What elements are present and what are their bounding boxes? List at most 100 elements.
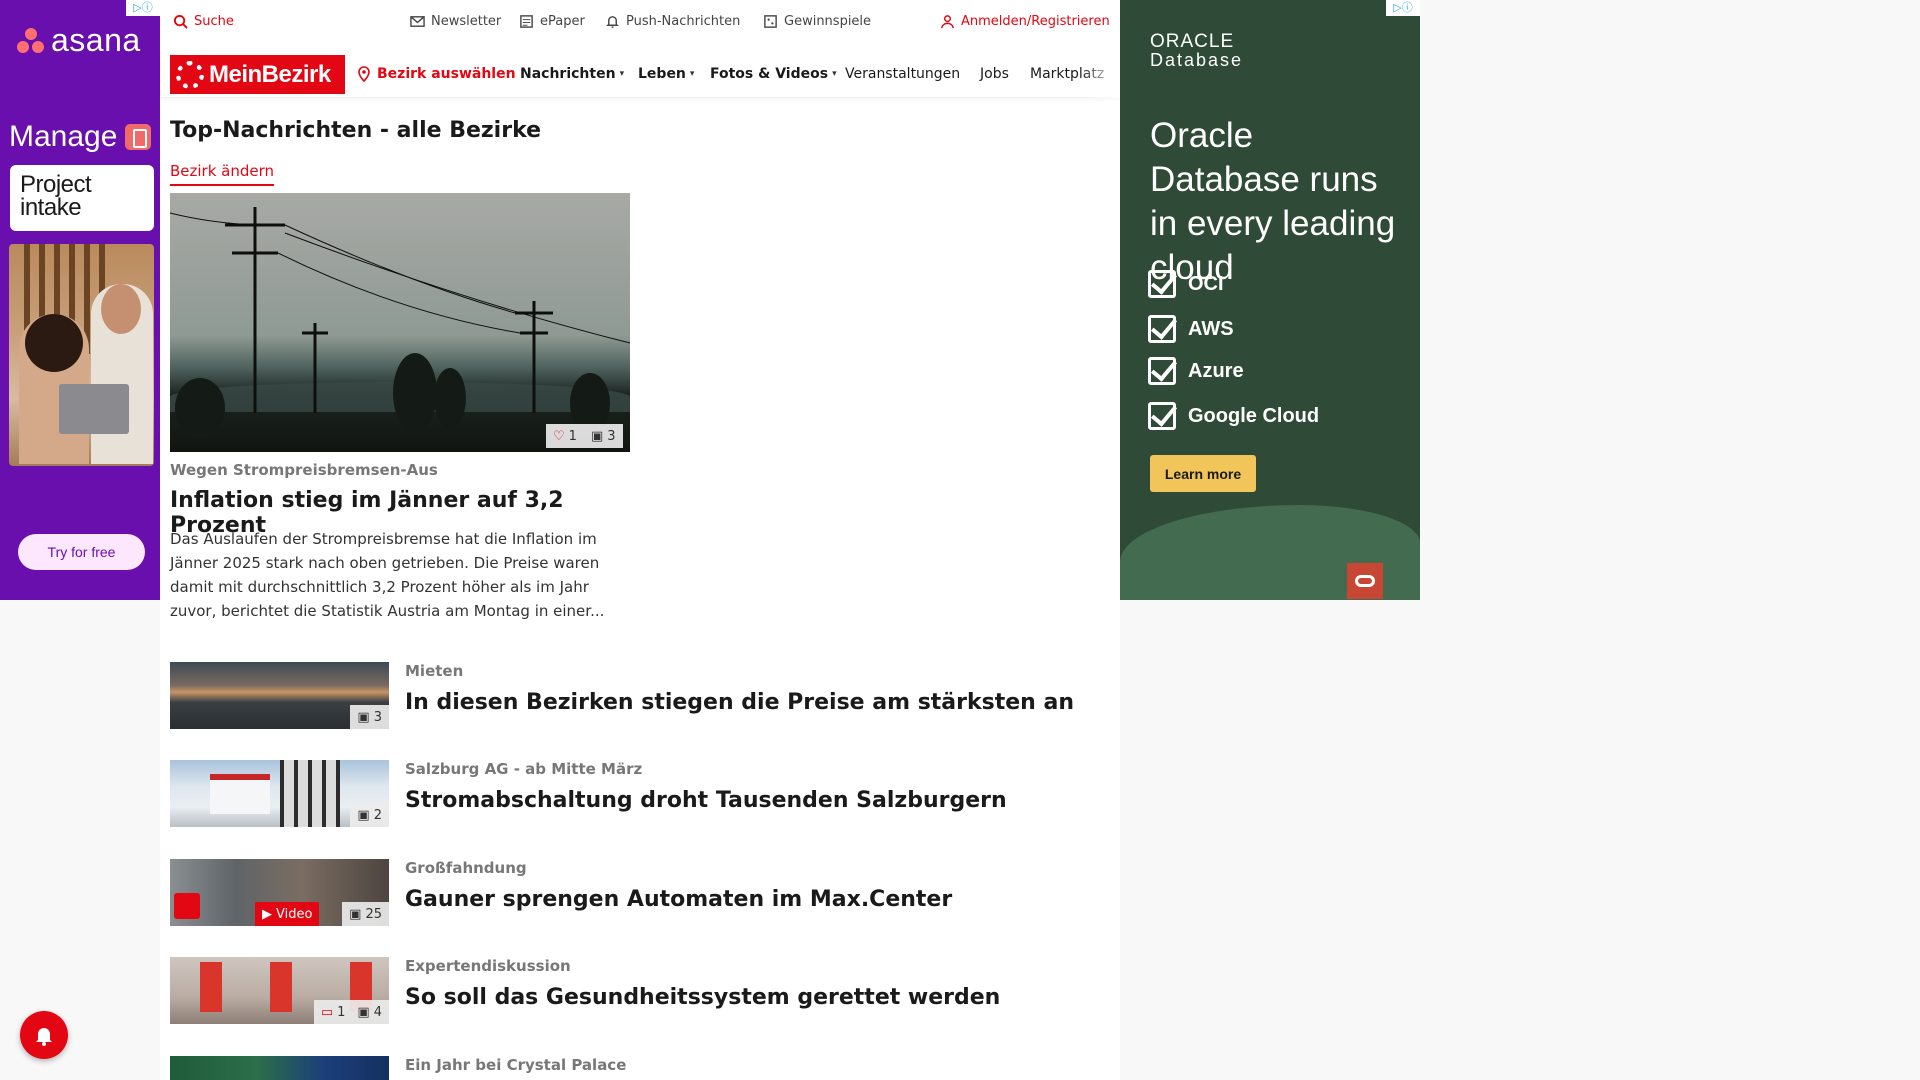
epaper-label: ePaper [540, 14, 585, 29]
right-ad-banner[interactable]: ▷ⓘ ORACLE Database Oracle Database runs … [1120, 0, 1420, 600]
gallery-icon: ▣ [357, 807, 370, 823]
bell-icon [606, 16, 619, 28]
oracle-headline: Oracle Database runs in every leading cl… [1150, 116, 1396, 287]
asana-dots-icon [17, 27, 45, 54]
checkbox-icon [1148, 270, 1176, 298]
checkbox-icon [1148, 315, 1176, 343]
cloud-label: Azure [1188, 359, 1244, 382]
article-thumbnail [170, 1056, 389, 1080]
photo-count-badge: ▣ 25 [342, 902, 389, 926]
list-item[interactable]: ▣ 3 Mieten In diesen Bezirken stiegen die… [170, 662, 1100, 730]
form-icon [125, 124, 152, 150]
login-link[interactable]: Anmelden/Registrieren [940, 14, 1110, 29]
chevron-down-icon: ▾ [619, 69, 625, 79]
sun-logo-icon [176, 60, 204, 89]
left-ad-banner[interactable]: ▷ⓘ asana Manage Project intake Try for f… [0, 0, 160, 600]
photo-count: 2 [373, 807, 382, 823]
article-kicker: Großfahndung [405, 859, 527, 877]
cloud-item-azure: Azure [1148, 357, 1244, 385]
chevron-down-icon: ▾ [689, 69, 695, 79]
asana-logo: asana [17, 22, 141, 59]
article-kicker: Expertendiskussion [405, 957, 571, 975]
nav-nachrichten[interactable]: Nachrichten ▾ [520, 66, 624, 82]
cloud-label: AWS [1188, 317, 1234, 340]
gallery-icon: ▣ [590, 428, 604, 444]
oracle-logo-top: ORACLE [1150, 31, 1235, 52]
gallery-icon: ▣ [357, 709, 370, 725]
push-notifications-link[interactable]: Push-Nachrichten [605, 14, 740, 29]
cloud-label: Google Cloud [1188, 404, 1320, 427]
checkbox-icon [1148, 402, 1176, 430]
article-title[interactable]: Stromabschaltung droht Tausenden Salzbur… [405, 788, 1007, 813]
photo-count-badge: ▣ 3 [350, 705, 389, 729]
nav-scroll-fade [1080, 52, 1120, 98]
list-item[interactable]: Ein Jahr bei Crystal Palace [170, 1056, 1100, 1080]
gewinnspiele-label: Gewinnspiele [784, 14, 872, 29]
bezirk-select-label: Bezirk auswählen [377, 66, 516, 82]
power-lines-illustration [170, 207, 630, 438]
hero-kicker: Wegen Strompreisbremsen-Aus [170, 461, 438, 479]
adchoices-icon[interactable]: ▷ⓘ [1386, 0, 1420, 16]
article-kicker: Ein Jahr bei Crystal Palace [405, 1056, 627, 1074]
nav-jobs[interactable]: Jobs [980, 66, 1009, 82]
photo-count: 3 [373, 709, 382, 725]
cloud-item-oci: OCI [1148, 270, 1224, 298]
checkbox-icon [1148, 357, 1176, 385]
bezirk-change-link[interactable]: Bezirk ändern [170, 162, 275, 186]
hero-image[interactable]: ♡ 1 ▣ 3 [170, 193, 630, 452]
hero-likes: 1 [568, 428, 577, 444]
hero-stats-badge: ♡ 1 ▣ 3 [546, 424, 623, 448]
banner-shape [200, 962, 222, 1012]
nav-veranstaltungen[interactable]: Veranstaltungen [845, 66, 960, 82]
cloud-item-aws: AWS [1148, 315, 1234, 343]
list-item[interactable]: ▭ 1 ▣ 4 Expertendiskussion So soll das Ges… [170, 957, 1100, 1025]
ad-photo-people-laptop [9, 244, 154, 466]
main-content: Suche Newsletter ePaper Push-Nachrichten… [160, 0, 1120, 1080]
notification-bell-button[interactable] [20, 1011, 68, 1059]
cloud-label: OCI [1188, 272, 1224, 295]
comment-icon: ▭ [320, 1004, 334, 1020]
article-thumbnail: ▣ 3 [170, 662, 389, 729]
top-utility-bar: Suche Newsletter ePaper Push-Nachrichten… [160, 0, 1120, 44]
newsletter-link[interactable]: Newsletter [410, 14, 501, 29]
oracle-logo-bottom: Database [1150, 50, 1244, 70]
stats-badge: ▭ 1 ▣ 4 [313, 1000, 389, 1024]
nav-fotos-videos[interactable]: Fotos & Videos ▾ [710, 66, 837, 82]
article-title[interactable]: In diesen Bezirken stiegen die Preise am… [405, 690, 1074, 715]
photo-count-badge: ▣ 2 [350, 803, 389, 827]
login-label: Anmelden/Registrieren [961, 14, 1110, 29]
article-title[interactable]: So soll das Gesundheitssystem gerettet w… [405, 985, 1000, 1010]
gewinnspiele-link[interactable]: Gewinnspiele [763, 14, 871, 29]
hero-teaser: Das Auslaufen der Strompreisbremse hat d… [170, 530, 605, 620]
heart-icon: ♡ [553, 428, 565, 444]
bezirk-select-button[interactable]: Bezirk auswählen [357, 66, 516, 82]
article-title[interactable]: Gauner sprengen Automaten im Max.Center [405, 887, 952, 912]
nav-leben[interactable]: Leben ▾ [638, 66, 694, 82]
mail-icon [410, 16, 425, 27]
logo-text: MeinBezirk [209, 60, 331, 88]
video-label: Video [276, 906, 313, 922]
hero-photos: 3 [607, 428, 616, 444]
comment-count: 1 [337, 1004, 346, 1020]
gallery-icon: ▣ [349, 906, 362, 922]
try-for-free-button[interactable]: Try for free [18, 534, 145, 570]
list-item[interactable]: ▶ Video ▣ 25 Großfahndung Gauner sprengen … [170, 859, 1100, 927]
main-navigation: MeinBezirk Bezirk auswählen Nachrichten … [160, 52, 1120, 98]
list-item[interactable]: ▣ 2 Salzburg AG - ab Mitte März Stromabsc… [170, 760, 1100, 828]
search-link[interactable]: Suche [173, 14, 234, 29]
nav-nachrichten-label: Nachrichten [520, 66, 616, 82]
police-logo-icon [174, 893, 200, 919]
article-thumbnail: ▶ Video ▣ 25 [170, 859, 389, 926]
gallery-icon: ▣ [357, 1004, 370, 1020]
project-intake-card: Project intake [10, 165, 154, 231]
adchoices-icon[interactable]: ▷ⓘ [126, 0, 160, 16]
meinbezirk-logo[interactable]: MeinBezirk [170, 55, 345, 94]
manage-text: Manage [9, 120, 118, 153]
photo-count: 25 [365, 906, 382, 922]
epaper-link[interactable]: ePaper [519, 14, 585, 29]
user-icon [941, 15, 954, 29]
card-line-2: intake [20, 194, 82, 221]
oracle-logo: ORACLE Database [1150, 32, 1243, 70]
learn-more-button[interactable]: Learn more [1150, 455, 1256, 492]
search-label: Suche [194, 14, 234, 29]
